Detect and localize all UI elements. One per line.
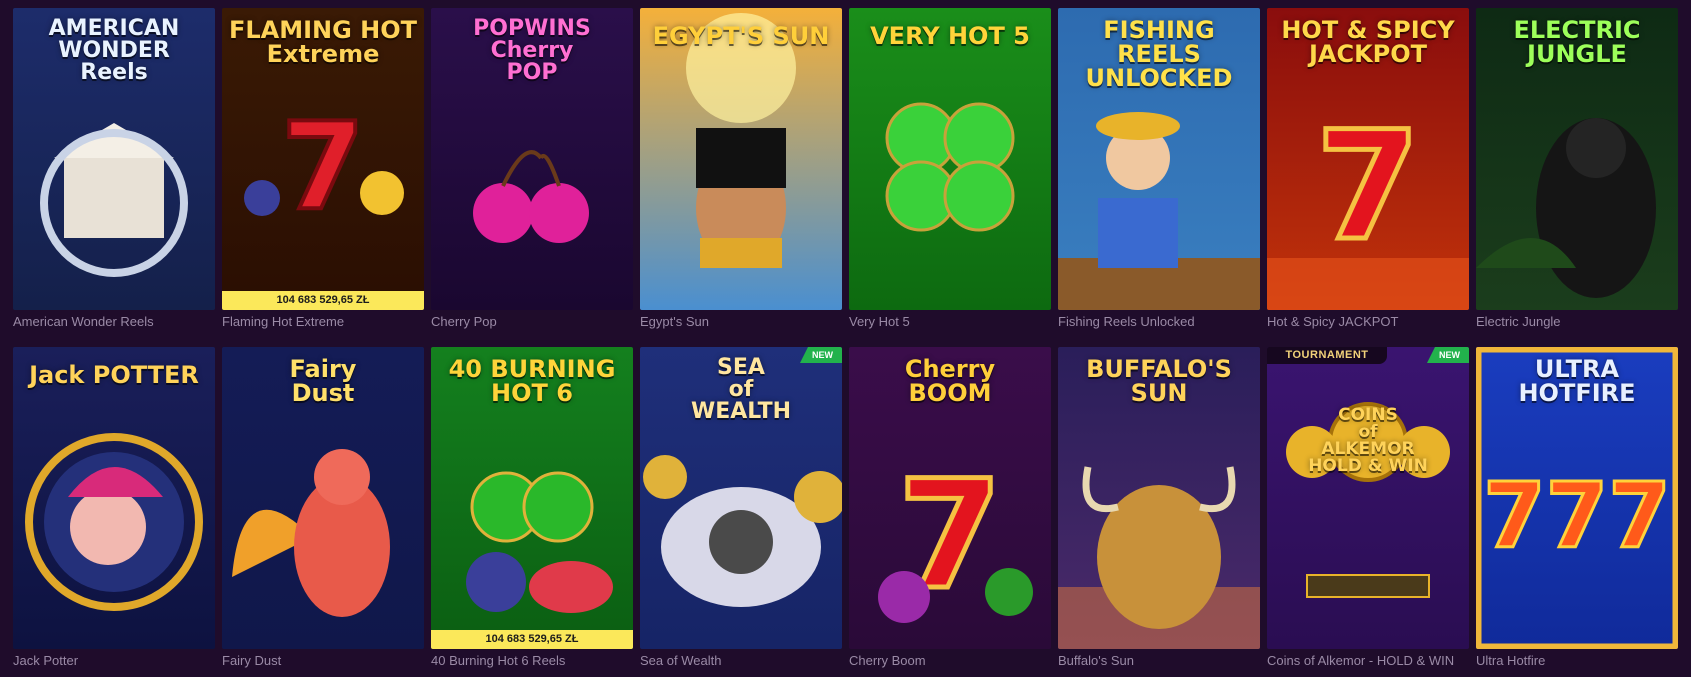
game-logo: COINS of ALKEMOR HOLD & WIN: [1308, 405, 1428, 476]
game-logo: ULTRA HOTFIRE: [1518, 355, 1636, 407]
game-thumbnail[interactable]: 7 FLAMING HOT Extreme 104 683 529,65 ZŁ: [222, 8, 424, 310]
game-artwork: [25, 433, 203, 611]
game-thumbnail[interactable]: FISHING REELS UNLOCKED: [1058, 8, 1260, 310]
game-thumbnail[interactable]: COINS of ALKEMOR HOLD & WIN TOURNAMENT NEW: [1267, 347, 1469, 649]
game-tile[interactable]: 777 ULTRA HOTFIRE Ultra Hotfire: [1476, 347, 1678, 668]
svg-text:7: 7: [281, 98, 365, 237]
game-title[interactable]: Cherry Pop: [431, 314, 661, 329]
game-logo: 40 BURNING HOT 6: [448, 355, 616, 407]
game-tile[interactable]: VERY HOT 5 Very Hot 5: [849, 8, 1051, 329]
game-title[interactable]: Flaming Hot Extreme: [222, 314, 452, 329]
game-thumbnail[interactable]: ELECTRIC JUNGLE: [1476, 8, 1678, 310]
game-thumbnail[interactable]: SEA of WEALTH NEW: [640, 347, 842, 649]
game-title[interactable]: Hot & Spicy JACKPOT: [1267, 314, 1497, 329]
game-logo: EGYPT'S SUN: [652, 22, 830, 50]
game-artwork: [1286, 402, 1450, 598]
game-logo: AMERICAN WONDER Reels: [48, 16, 180, 85]
game-title[interactable]: Coins of Alkemor - HOLD & WIN: [1267, 653, 1497, 668]
game-tile[interactable]: FISHING REELS UNLOCKED Fishing Reels Unlo…: [1058, 8, 1260, 329]
game-tile[interactable]: ELECTRIC JUNGLE Electric Jungle: [1476, 8, 1678, 329]
game-thumbnail[interactable]: POPWINS Cherry POP: [431, 8, 633, 310]
game-title[interactable]: Jack Potter: [13, 653, 243, 668]
game-grid: AMERICAN WONDER Reels American Wonder Ree…: [13, 8, 1678, 668]
game-thumbnail[interactable]: AMERICAN WONDER Reels: [13, 8, 215, 310]
game-tile[interactable]: POPWINS Cherry POP Cherry Pop: [431, 8, 633, 329]
game-thumbnail[interactable]: 7 Cherry BOOM: [849, 347, 1051, 649]
game-tile[interactable]: AMERICAN WONDER Reels American Wonder Ree…: [13, 8, 215, 329]
svg-text:7: 7: [1316, 100, 1420, 274]
game-logo: BUFFALO'S SUN: [1086, 355, 1232, 407]
game-tile[interactable]: EGYPT'S SUN Egypt's Sun: [640, 8, 842, 329]
game-logo: Fairy Dust: [289, 355, 357, 407]
game-title[interactable]: Electric Jungle: [1476, 314, 1691, 329]
svg-text:777: 777: [1483, 464, 1671, 569]
game-thumbnail[interactable]: VERY HOT 5: [849, 8, 1051, 310]
game-logo: ELECTRIC JUNGLE: [1513, 16, 1641, 68]
game-logo: Cherry BOOM: [904, 355, 996, 407]
game-logo: Jack POTTER: [29, 361, 199, 389]
game-title[interactable]: Buffalo's Sun: [1058, 653, 1288, 668]
game-logo: VERY HOT 5: [870, 22, 1030, 50]
game-tile[interactable]: Fairy Dust Fairy Dust: [222, 347, 424, 668]
game-title[interactable]: Fairy Dust: [222, 653, 452, 668]
game-thumbnail[interactable]: Fairy Dust: [222, 347, 424, 649]
game-thumbnail[interactable]: 40 BURNING HOT 6 104 683 529,65 ZŁ: [431, 347, 633, 649]
game-tile[interactable]: 7 Cherry BOOM Cherry Boom: [849, 347, 1051, 668]
game-title[interactable]: Very Hot 5: [849, 314, 1079, 329]
game-title[interactable]: American Wonder Reels: [13, 314, 243, 329]
game-logo: SEA of WEALTH: [690, 355, 792, 424]
game-title[interactable]: Sea of Wealth: [640, 653, 870, 668]
game-logo: POPWINS Cherry POP: [473, 16, 591, 85]
game-title[interactable]: Cherry Boom: [849, 653, 1079, 668]
game-title[interactable]: Fishing Reels Unlocked: [1058, 314, 1288, 329]
game-title[interactable]: Ultra Hotfire: [1476, 653, 1691, 668]
game-logo: HOT & SPICY JACKPOT: [1281, 16, 1455, 68]
game-thumbnail[interactable]: BUFFALO'S SUN: [1058, 347, 1260, 649]
game-thumbnail[interactable]: Jack POTTER: [13, 347, 215, 649]
game-tile[interactable]: COINS of ALKEMOR HOLD & WIN TOURNAMENT NEW…: [1267, 347, 1469, 668]
game-thumbnail[interactable]: EGYPT'S SUN: [640, 8, 842, 310]
game-tile[interactable]: 7 HOT & SPICY JACKPOT Hot & Spicy JACKPOT: [1267, 8, 1469, 329]
game-thumbnail[interactable]: 777 ULTRA HOTFIRE: [1476, 347, 1678, 649]
game-logo: FISHING REELS UNLOCKED: [1085, 16, 1233, 92]
game-tile[interactable]: SEA of WEALTH NEW Sea of Wealth: [640, 347, 842, 668]
game-tile[interactable]: 7 FLAMING HOT Extreme 104 683 529,65 ZŁ Fla…: [222, 8, 424, 329]
game-title[interactable]: Egypt's Sun: [640, 314, 870, 329]
game-artwork: [686, 13, 796, 268]
jackpot-amount: 104 683 529,65 ZŁ: [222, 291, 424, 310]
game-logo: FLAMING HOT Extreme: [228, 16, 418, 68]
game-tile[interactable]: BUFFALO'S SUN Buffalo's Sun: [1058, 347, 1260, 668]
game-title[interactable]: 40 Burning Hot 6 Reels: [431, 653, 661, 668]
game-tile[interactable]: Jack POTTER Jack Potter: [13, 347, 215, 668]
game-artwork: [885, 102, 1015, 232]
tournament-badge: TOURNAMENT: [1267, 347, 1387, 364]
jackpot-amount: 104 683 529,65 ZŁ: [431, 630, 633, 649]
game-thumbnail[interactable]: 7 HOT & SPICY JACKPOT: [1267, 8, 1469, 310]
game-tile[interactable]: 40 BURNING HOT 6 104 683 529,65 ZŁ 40 Burn…: [431, 347, 633, 668]
